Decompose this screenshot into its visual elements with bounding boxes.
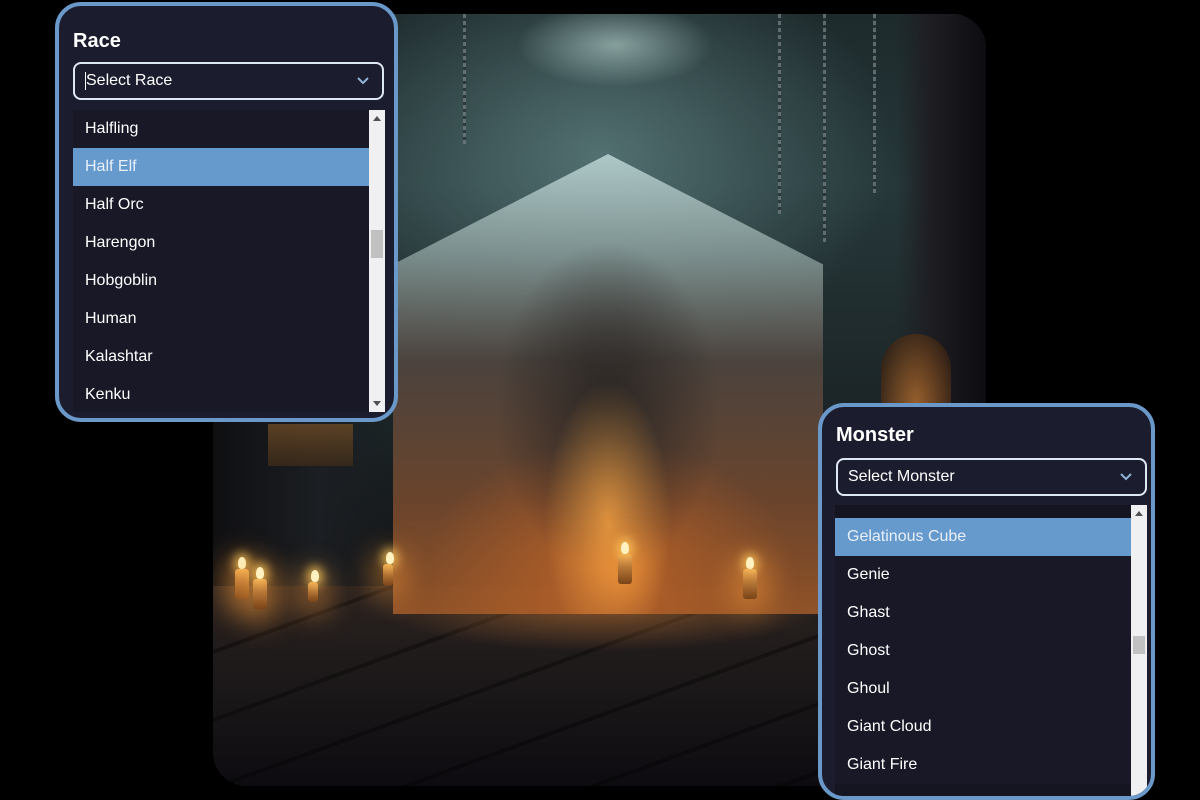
race-option-list[interactable]: Halfling Half Elf Half Orc Harengon Hobg… <box>73 110 369 412</box>
race-select[interactable]: Select Race <box>73 62 384 100</box>
race-option[interactable]: Kalashtar <box>73 338 369 376</box>
race-option[interactable]: Kenku <box>73 376 369 412</box>
candle <box>743 557 757 599</box>
race-list-scrollbar[interactable] <box>369 110 385 412</box>
hanging-chain <box>463 14 466 144</box>
monster-option[interactable]: Giant Cloud <box>835 708 1131 746</box>
race-option-selected[interactable]: Half Elf <box>73 148 369 186</box>
monster-label: Monster <box>836 424 914 446</box>
monster-option-selected[interactable]: Gelatinous Cube <box>835 518 1131 556</box>
monster-dropdown-panel: Monster Select Monster Gelatinous Cube G… <box>818 403 1155 800</box>
race-dropdown-panel: Race Select Race Halfling Half Elf Half … <box>55 2 398 422</box>
monster-option[interactable]: Ghost <box>835 632 1131 670</box>
scroll-up-arrow-icon[interactable] <box>373 116 381 121</box>
race-label: Race <box>73 30 121 52</box>
monster-select[interactable]: Select Monster <box>836 458 1147 496</box>
monster-option-list[interactable]: Gelatinous Cube Genie Ghast Ghost Ghoul … <box>835 505 1131 796</box>
monster-option[interactable]: Ghoul <box>835 670 1131 708</box>
scroll-thumb[interactable] <box>371 230 383 258</box>
hanging-chain <box>778 14 781 214</box>
list-top-padding <box>835 505 1131 518</box>
race-option[interactable]: Hobgoblin <box>73 262 369 300</box>
scroll-up-arrow-icon[interactable] <box>1135 511 1143 516</box>
dungeon-window <box>268 424 353 466</box>
race-option[interactable]: Harengon <box>73 224 369 262</box>
monster-option[interactable]: Giant Fire <box>835 746 1131 784</box>
monster-select-value: Select Monster <box>848 468 955 485</box>
race-option[interactable]: Half Orc <box>73 186 369 224</box>
candle <box>618 542 632 584</box>
candle <box>253 567 267 609</box>
candle <box>308 570 319 602</box>
chevron-down-icon <box>357 77 369 85</box>
scroll-down-arrow-icon[interactable] <box>373 401 381 406</box>
monster-list-scrollbar[interactable] <box>1131 505 1147 796</box>
race-option[interactable]: Human <box>73 300 369 338</box>
monster-option[interactable]: Genie <box>835 556 1131 594</box>
race-select-value: Select Race <box>86 72 173 89</box>
monster-option[interactable]: Ghast <box>835 594 1131 632</box>
gelatinous-cube <box>393 154 823 614</box>
hanging-chain <box>823 14 826 244</box>
candle <box>383 552 394 586</box>
scroll-thumb[interactable] <box>1133 636 1145 654</box>
chevron-down-icon <box>1120 473 1132 481</box>
race-option[interactable]: Halfling <box>73 110 369 148</box>
hanging-chain <box>873 14 876 194</box>
candle <box>235 557 249 599</box>
